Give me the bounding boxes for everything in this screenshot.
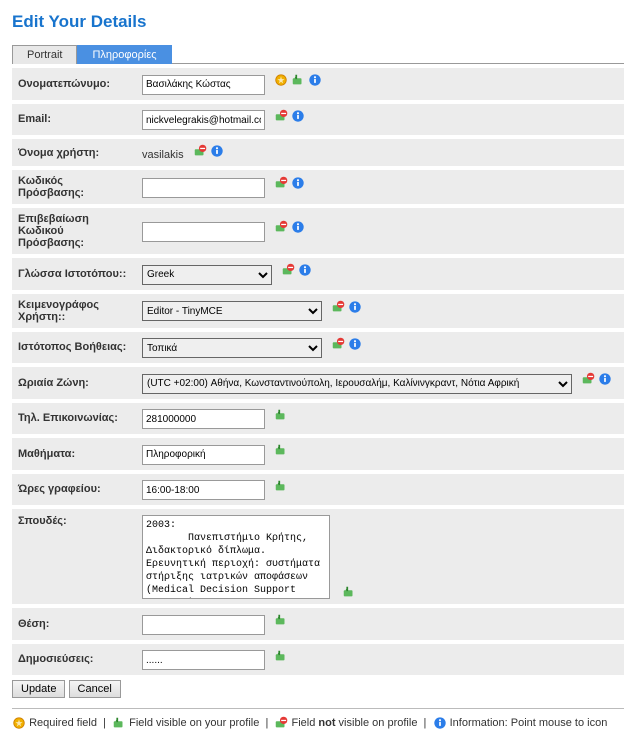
field-hidden-icon (274, 716, 288, 730)
helpsite-label: Ιστότοπος Βοήθειας: (12, 330, 136, 366)
field-visible-icon[interactable] (342, 585, 356, 599)
field-hidden-icon[interactable] (274, 220, 288, 234)
actions-bar: Update Cancel (12, 680, 624, 698)
email-label: Email: (12, 102, 136, 138)
field-hidden-icon[interactable] (193, 144, 207, 158)
field-hidden-icon[interactable] (281, 263, 295, 277)
office-input[interactable] (142, 480, 265, 500)
field-hidden-icon[interactable] (331, 337, 345, 351)
field-hidden-icon[interactable] (581, 372, 595, 386)
legend-notvisible-post: visible on profile (336, 717, 418, 729)
timezone-label: Ωριαία Ζώνη: (12, 365, 136, 401)
info-icon[interactable] (348, 300, 362, 314)
info-icon[interactable] (298, 263, 312, 277)
phone-input[interactable] (142, 409, 265, 429)
field-hidden-icon[interactable] (274, 176, 288, 190)
password2-label: Επιβεβαίωση Κωδικού Πρόσβασης: (12, 206, 136, 256)
email-input[interactable] (142, 110, 265, 130)
field-visible-icon[interactable] (274, 613, 288, 627)
studies-textarea[interactable] (142, 515, 330, 599)
field-visible-icon[interactable] (291, 73, 305, 87)
info-icon[interactable] (308, 73, 322, 87)
position-input[interactable] (142, 615, 265, 635)
pubs-input[interactable] (142, 650, 265, 670)
legend-notvisible-bold: not (318, 717, 335, 729)
editor-select[interactable]: Editor - TinyMCE (142, 301, 322, 321)
name-label: Ονοματεπώνυμο: (12, 66, 136, 102)
timezone-select[interactable]: (UTC +02:00) Αθήνα, Κωνσταντινούπολη, Ιε… (142, 374, 572, 394)
field-visible-icon[interactable] (274, 479, 288, 493)
tab-info[interactable]: Πληροφορίες (77, 45, 171, 64)
legend-visible: Field visible on your profile (129, 717, 259, 729)
courses-input[interactable] (142, 445, 265, 465)
password-label: Κωδικός Πρόσβασης: (12, 168, 136, 206)
phone-label: Τηλ. Επικοινωνίας: (12, 401, 136, 437)
editor-label: Κειμενογράφος Χρήστη:: (12, 292, 136, 330)
info-icon[interactable] (291, 109, 305, 123)
info-icon (433, 716, 447, 730)
pubs-label: Δημοσιεύσεις: (12, 642, 136, 676)
info-icon[interactable] (210, 144, 224, 158)
field-visible-icon (112, 716, 126, 730)
tab-bar: Portrait Πληροφορίες (12, 44, 624, 64)
position-label: Θέση: (12, 606, 136, 642)
legend-info: Information: Point mouse to icon (450, 717, 608, 729)
legend-notvisible-pre: Field (291, 717, 318, 729)
tab-portrait[interactable]: Portrait (12, 45, 77, 64)
info-icon[interactable] (291, 176, 305, 190)
field-visible-icon[interactable] (274, 443, 288, 457)
info-icon[interactable] (291, 220, 305, 234)
star-icon (12, 716, 26, 730)
field-hidden-icon[interactable] (331, 300, 345, 314)
username-label: Όνομα χρήστη: (12, 137, 136, 168)
info-icon[interactable] (598, 372, 612, 386)
field-visible-icon[interactable] (274, 408, 288, 422)
name-input[interactable] (142, 75, 265, 95)
star-icon (274, 73, 288, 87)
courses-label: Μαθήματα: (12, 436, 136, 472)
username-value: vasilakis (142, 149, 184, 161)
form-table: Ονοματεπώνυμο: Email: Όνομα χρήστη: vasi… (12, 64, 624, 675)
field-visible-icon[interactable] (274, 649, 288, 663)
page-title: Edit Your Details (12, 12, 624, 32)
office-label: Ώρες γραφείου: (12, 472, 136, 508)
info-icon[interactable] (348, 337, 362, 351)
password2-input[interactable] (142, 222, 265, 242)
legend: Required field | Field visible on your p… (12, 708, 624, 732)
field-hidden-icon[interactable] (274, 109, 288, 123)
update-button[interactable]: Update (12, 680, 65, 698)
sitelang-select[interactable]: Greek (142, 265, 272, 285)
cancel-button[interactable]: Cancel (69, 680, 121, 698)
sitelang-label: Γλώσσα Ιστοτόπου:: (12, 256, 136, 292)
password-input[interactable] (142, 178, 265, 198)
studies-label: Σπουδές: (12, 507, 136, 606)
helpsite-select[interactable]: Τοπικά (142, 338, 322, 358)
legend-required: Required field (29, 717, 97, 729)
